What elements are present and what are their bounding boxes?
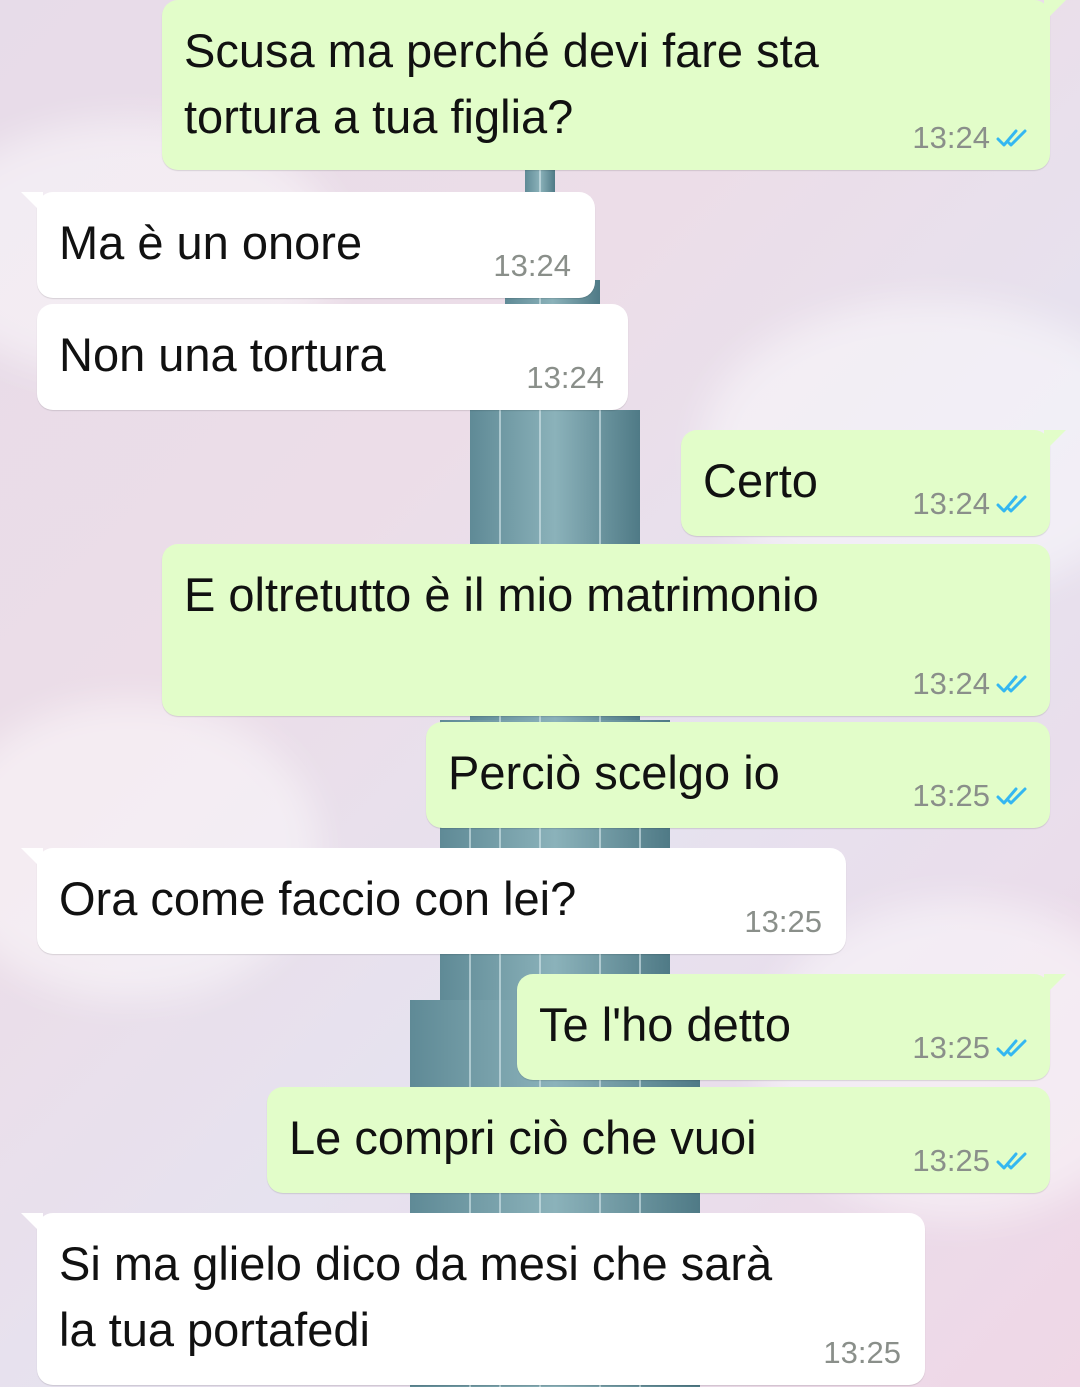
message-bubble-outgoing[interactable]: E oltretutto è il mio matrimonio 13:24 [162, 544, 1050, 716]
message-bubble-incoming[interactable]: Ora come faccio con lei? 13:25 [21, 848, 846, 954]
message-bubble-outgoing[interactable]: Certo 13:24 [681, 430, 1066, 536]
message-bubble-incoming[interactable]: Non una tortura 13:24 [37, 304, 628, 410]
message-text: Le compri ciò che vuoi [289, 1111, 757, 1164]
message-time: 13:25 [912, 778, 990, 813]
read-receipt-icon [996, 675, 1027, 693]
message-time: 13:25 [912, 1030, 990, 1065]
message-time: 13:25 [912, 1143, 990, 1178]
message-time: 13:24 [526, 360, 604, 395]
message-bubble-outgoing[interactable]: Le compri ciò che vuoi 13:25 [267, 1087, 1050, 1193]
message-time: 13:24 [493, 248, 571, 283]
message-bubble-incoming[interactable]: Si ma glielo dico da mesi che sarà la tu… [21, 1213, 925, 1385]
message-text: Ora come faccio con lei? [59, 872, 577, 925]
message-bubble-outgoing[interactable]: Perciò scelgo io 13:25 [426, 722, 1050, 828]
message-time: 13:25 [744, 904, 822, 939]
message-text: Perciò scelgo io [448, 746, 780, 799]
message-text: Certo [703, 454, 818, 507]
read-receipt-icon [996, 787, 1027, 805]
message-time: 13:24 [912, 120, 990, 155]
message-text: Si ma glielo dico da mesi che sarà la tu… [59, 1237, 773, 1356]
read-receipt-icon [996, 129, 1027, 147]
message-text: Non una tortura [59, 328, 386, 381]
message-text: Te l'ho detto [539, 998, 791, 1051]
message-bubble-incoming[interactable]: Ma è un onore 13:24 [21, 192, 595, 298]
message-time: 13:25 [823, 1335, 901, 1370]
message-bubble-outgoing[interactable]: Scusa ma perché devi fare sta tortura a … [162, 0, 1066, 170]
read-receipt-icon [996, 1152, 1027, 1170]
message-text: E oltretutto è il mio matrimonio [184, 568, 819, 621]
message-text: Ma è un onore [59, 216, 363, 269]
read-receipt-icon [996, 1039, 1027, 1057]
message-text: Scusa ma perché devi fare sta tortura a … [184, 24, 819, 143]
message-time: 13:24 [912, 486, 990, 521]
read-receipt-icon [996, 495, 1027, 513]
message-time: 13:24 [912, 666, 990, 701]
message-bubble-outgoing[interactable]: Te l'ho detto 13:25 [517, 974, 1066, 1080]
